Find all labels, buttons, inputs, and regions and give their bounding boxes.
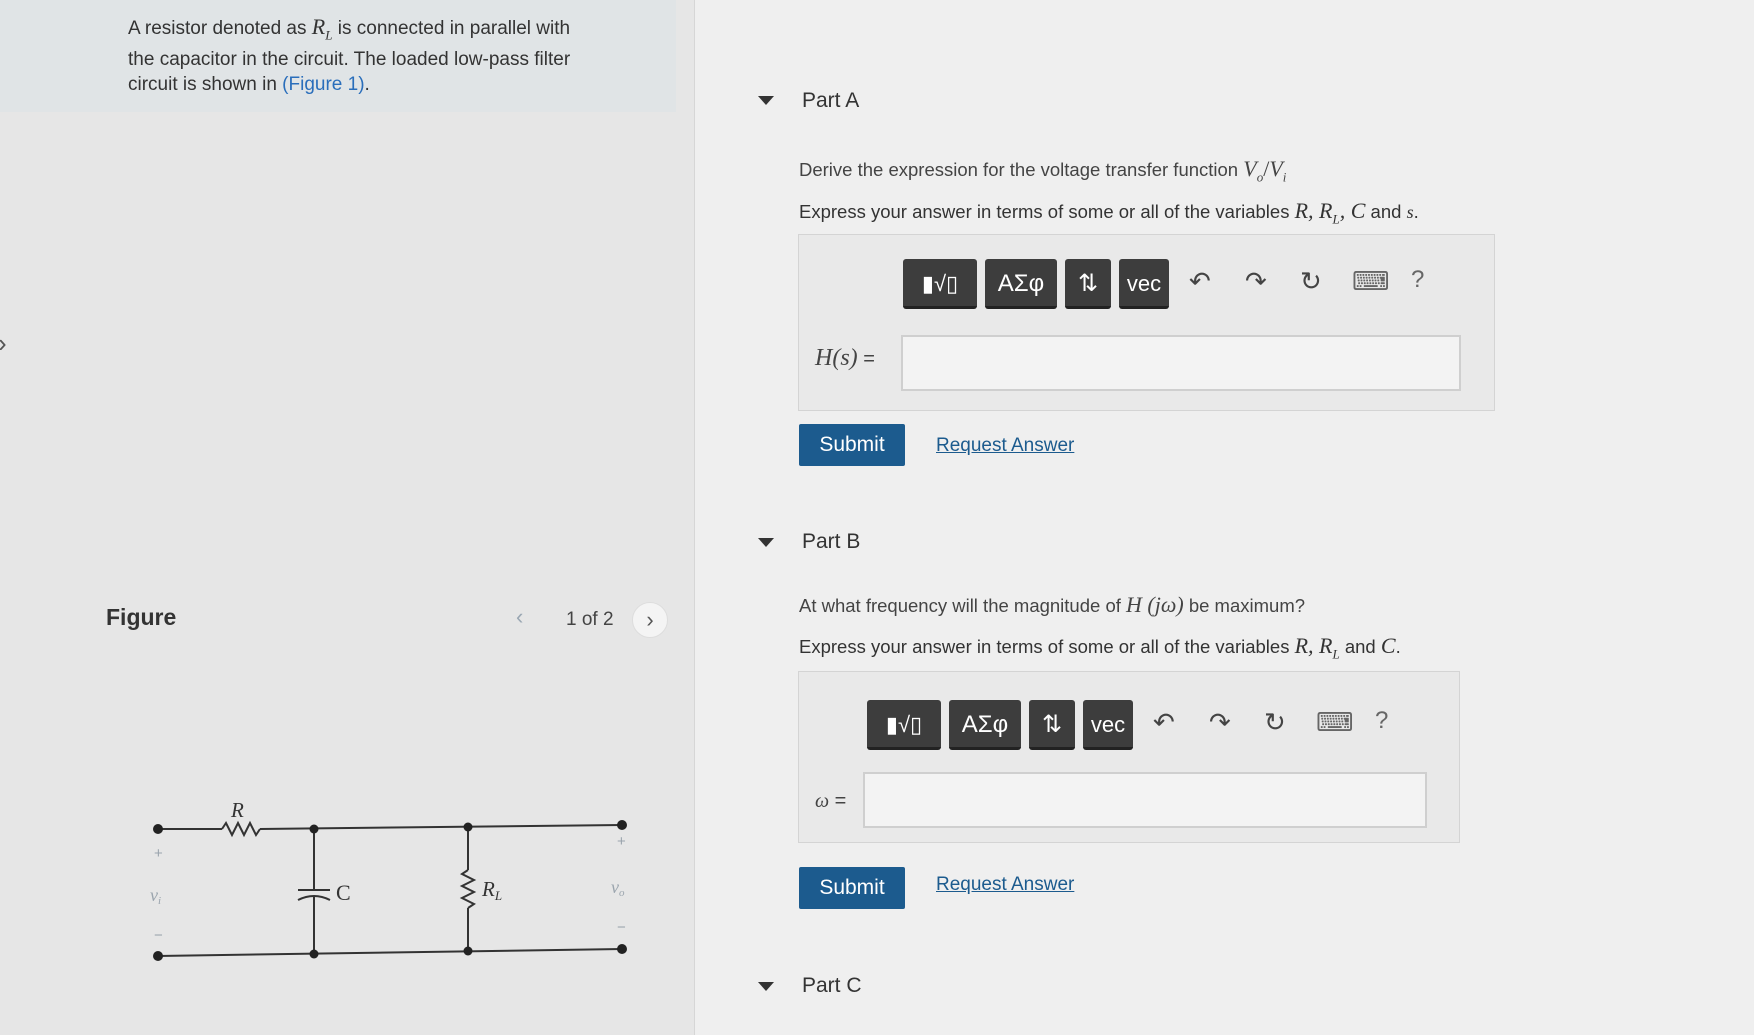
problem-intro: A resistor denoted as RL is connected in… [0, 0, 676, 112]
node-cap-top [309, 824, 319, 834]
part-b-submit-button[interactable]: Submit [799, 867, 905, 909]
help-icon[interactable]: ? [1375, 707, 1388, 735]
part-a-express-instructions: Express your answer in terms of some or … [799, 198, 1419, 227]
arrows-button[interactable]: ⇅ [1029, 700, 1075, 750]
label-output-minus: − [617, 919, 626, 936]
resistor-r-symbol [221, 820, 261, 838]
intro-text-4: circuit is shown in [128, 74, 283, 96]
part-a-answer-box: ▮√▯ ΑΣφ ⇅ vec ↶ ↷ ↻ ⌨ ? H(s) = [798, 234, 1495, 411]
redo-icon[interactable]: ↷ [1209, 707, 1231, 738]
problem-intro-text: A resistor denoted as RL is connected in… [128, 14, 571, 96]
part-a-request-answer-link[interactable]: Request Answer [936, 435, 1074, 457]
vector-button[interactable]: vec [1083, 700, 1133, 750]
label-input-minus: − [154, 927, 163, 944]
node-cap-bottom [309, 949, 319, 959]
right-panel: Part A Derive the expression for the vol… [695, 0, 1754, 1035]
label-vo: vo [611, 877, 625, 899]
intro-text-3: the capacitor in the circuit. The loaded… [128, 49, 571, 71]
part-b-request-answer-link[interactable]: Request Answer [936, 874, 1074, 896]
part-b-field-label: ω = [815, 790, 847, 812]
part-b-question-math: H (jω) [1126, 592, 1184, 617]
arrows-button[interactable]: ⇅ [1065, 259, 1111, 309]
part-b-answer-input[interactable] [863, 772, 1427, 828]
keyboard-icon[interactable]: ⌨ [1352, 266, 1390, 297]
label-c: C [336, 880, 351, 905]
part-b-question: At what frequency will the magnitude of … [799, 592, 1306, 617]
side-panel-chevron-icon[interactable]: › [0, 328, 7, 359]
resistor-rl-symbol [459, 869, 477, 909]
figure-page-count: 1 of 2 [566, 609, 614, 630]
circuit-diagram: R C RL + vi − + vo − [150, 798, 627, 961]
undo-icon[interactable]: ↶ [1153, 707, 1175, 738]
chevron-right-icon[interactable]: › [632, 602, 668, 638]
reset-icon[interactable]: ↻ [1264, 707, 1286, 738]
intro-text-2: is connected in parallel with [332, 18, 571, 39]
figure-1-link[interactable]: (Figure 1) [282, 74, 364, 95]
label-vi: vi [150, 885, 161, 907]
part-a-express-vars: R, RL, C [1294, 198, 1366, 227]
help-icon[interactable]: ? [1411, 266, 1424, 294]
part-b-title[interactable]: Part B [802, 530, 860, 554]
part-a-question: Derive the expression for the voltage tr… [799, 156, 1287, 185]
part-c-collapse-icon[interactable] [758, 982, 774, 991]
intro-var-rl: RL [311, 14, 333, 43]
node-rl-top [463, 822, 473, 832]
node-input-bottom [153, 951, 163, 961]
node-input-top [153, 824, 163, 834]
undo-icon[interactable]: ↶ [1189, 266, 1211, 297]
label-rl: RL [481, 877, 502, 903]
part-a-field-label: H(s) = [815, 345, 875, 371]
node-output-bottom [617, 944, 627, 954]
node-rl-bottom [463, 946, 473, 956]
left-panel: A resistor denoted as RL is connected in… [0, 0, 695, 1035]
label-output-plus: + [617, 833, 626, 850]
part-b-express-vars: R, RL [1294, 633, 1340, 662]
greek-symbols-button[interactable]: ΑΣφ [985, 259, 1057, 309]
chevron-left-icon[interactable]: ‹ [516, 604, 523, 630]
label-r: R [230, 798, 244, 822]
part-c-title[interactable]: Part C [802, 974, 862, 998]
part-a-title[interactable]: Part A [802, 89, 859, 113]
node-output-top [617, 820, 627, 830]
reset-icon[interactable]: ↻ [1300, 266, 1322, 297]
part-a-collapse-icon[interactable] [758, 96, 774, 105]
intro-text-1: A resistor denoted as [128, 18, 312, 39]
part-b-answer-box: ▮√▯ ΑΣφ ⇅ vec ↶ ↷ ↻ ⌨ ? ω = [798, 671, 1460, 843]
keyboard-icon[interactable]: ⌨ [1316, 707, 1354, 738]
part-a-question-math: Vo/Vi [1243, 156, 1287, 185]
templates-button[interactable]: ▮√▯ [903, 259, 977, 309]
part-b-express-instructions: Express your answer in terms of some or … [799, 633, 1401, 662]
vector-button[interactable]: vec [1119, 259, 1169, 309]
part-a-answer-input[interactable] [901, 335, 1461, 391]
redo-icon[interactable]: ↷ [1245, 266, 1267, 297]
label-input-plus: + [154, 845, 163, 862]
wire-bottom [157, 948, 623, 957]
greek-symbols-button[interactable]: ΑΣφ [949, 700, 1021, 750]
templates-button[interactable]: ▮√▯ [867, 700, 941, 750]
part-a-submit-button[interactable]: Submit [799, 424, 905, 466]
part-b-collapse-icon[interactable] [758, 538, 774, 547]
figure-title: Figure [106, 604, 177, 630]
